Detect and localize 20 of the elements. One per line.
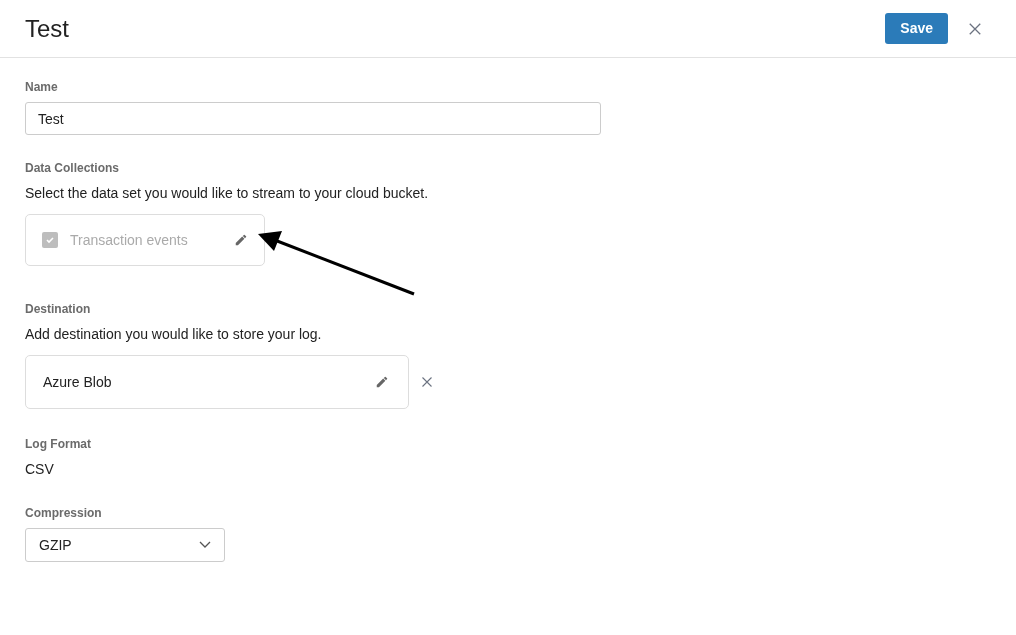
chevron-down-icon	[199, 541, 211, 549]
field-label: Compression	[25, 505, 103, 522]
pencil-icon[interactable]	[375, 375, 389, 389]
data-set-label: Transaction events	[70, 230, 189, 250]
field-label: Data Collections	[25, 160, 121, 177]
name-input-field[interactable]: Test	[25, 102, 601, 135]
compression-select[interactable]: GZIP	[25, 528, 225, 562]
close-icon[interactable]	[968, 21, 982, 36]
section-description: Add destination you would like to store your log.	[25, 325, 323, 344]
log-format-value: CSV	[25, 460, 55, 479]
field-label: Name	[25, 79, 59, 96]
destination-name: Azure Blob	[43, 372, 112, 392]
dialog-title: Test	[25, 13, 69, 44]
pencil-icon[interactable]	[234, 233, 248, 247]
section-description: Select the data set you would like to stream to your cloud bucket.	[25, 184, 430, 203]
close-icon[interactable]	[421, 376, 433, 388]
checkmark-icon	[45, 235, 55, 245]
field-label: Log Format	[25, 436, 92, 453]
save-button[interactable]: Save	[885, 13, 948, 44]
field-label: Destination	[25, 301, 92, 318]
